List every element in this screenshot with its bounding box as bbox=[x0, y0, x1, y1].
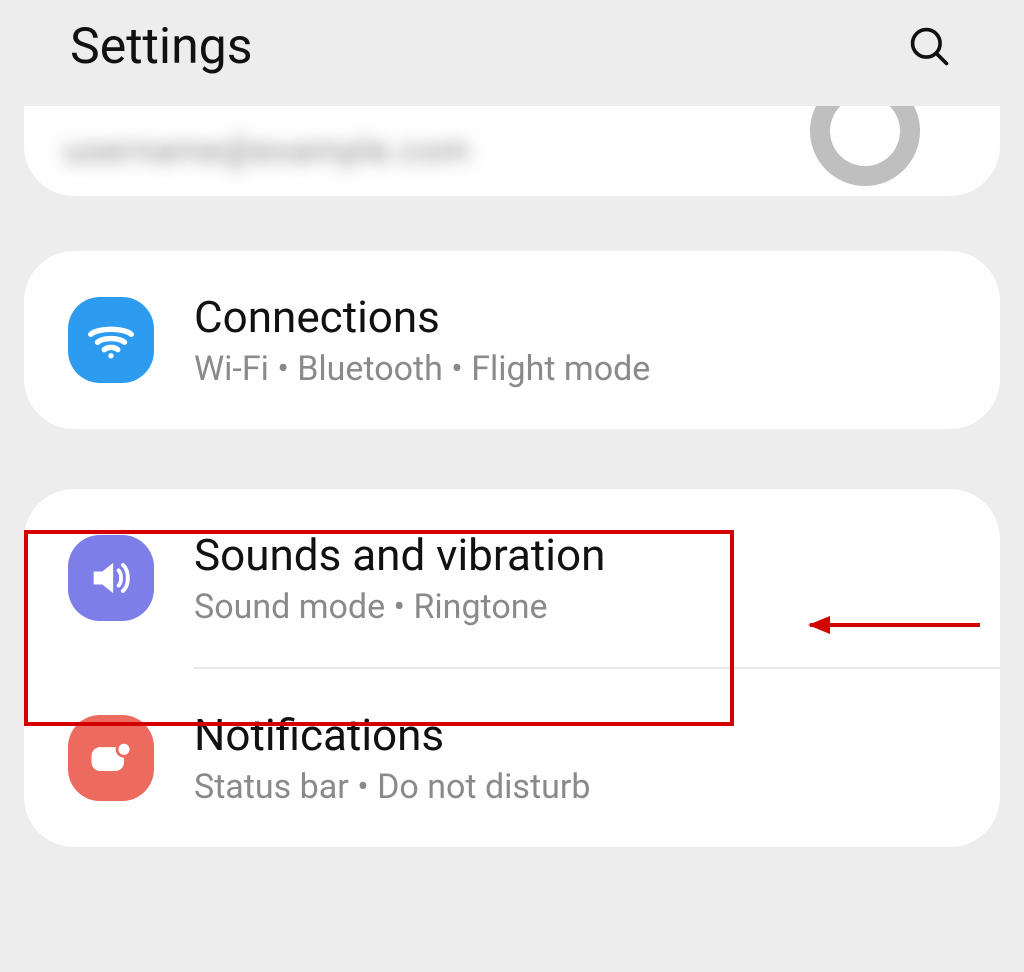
notifications-title: Notifications bbox=[194, 709, 590, 761]
settings-item-notifications[interactable]: Notifications Status bar • Do not distur… bbox=[24, 669, 1000, 847]
notifications-subtitle: Status bar • Do not disturb bbox=[194, 767, 590, 807]
account-card[interactable]: username@example.com bbox=[24, 106, 1000, 196]
connections-text: Connections Wi-Fi • Bluetooth • Flight m… bbox=[194, 291, 650, 389]
settings-header: Settings bbox=[0, 0, 1024, 106]
loading-spinner-icon bbox=[810, 106, 920, 186]
notifications-text: Notifications Status bar • Do not distur… bbox=[194, 709, 590, 807]
settings-content: username@example.com Connections Wi-Fi •… bbox=[0, 106, 1024, 847]
search-icon bbox=[908, 25, 952, 69]
settings-item-sounds[interactable]: Sounds and vibration Sound mode • Ringto… bbox=[24, 489, 1000, 667]
sounds-text: Sounds and vibration Sound mode • Ringto… bbox=[194, 529, 605, 627]
sounds-notifications-card: Sounds and vibration Sound mode • Ringto… bbox=[24, 489, 1000, 847]
connections-card: Connections Wi-Fi • Bluetooth • Flight m… bbox=[24, 251, 1000, 429]
sounds-subtitle: Sound mode • Ringtone bbox=[194, 587, 605, 627]
page-title: Settings bbox=[70, 18, 253, 76]
wifi-icon bbox=[68, 297, 154, 383]
sounds-title: Sounds and vibration bbox=[194, 529, 605, 581]
annotation-arrow-icon bbox=[810, 623, 980, 627]
connections-subtitle: Wi-Fi • Bluetooth • Flight mode bbox=[194, 349, 650, 389]
settings-item-connections[interactable]: Connections Wi-Fi • Bluetooth • Flight m… bbox=[24, 251, 1000, 429]
connections-title: Connections bbox=[194, 291, 650, 343]
speaker-icon bbox=[68, 535, 154, 621]
search-button[interactable] bbox=[906, 23, 954, 71]
notification-icon bbox=[68, 715, 154, 801]
